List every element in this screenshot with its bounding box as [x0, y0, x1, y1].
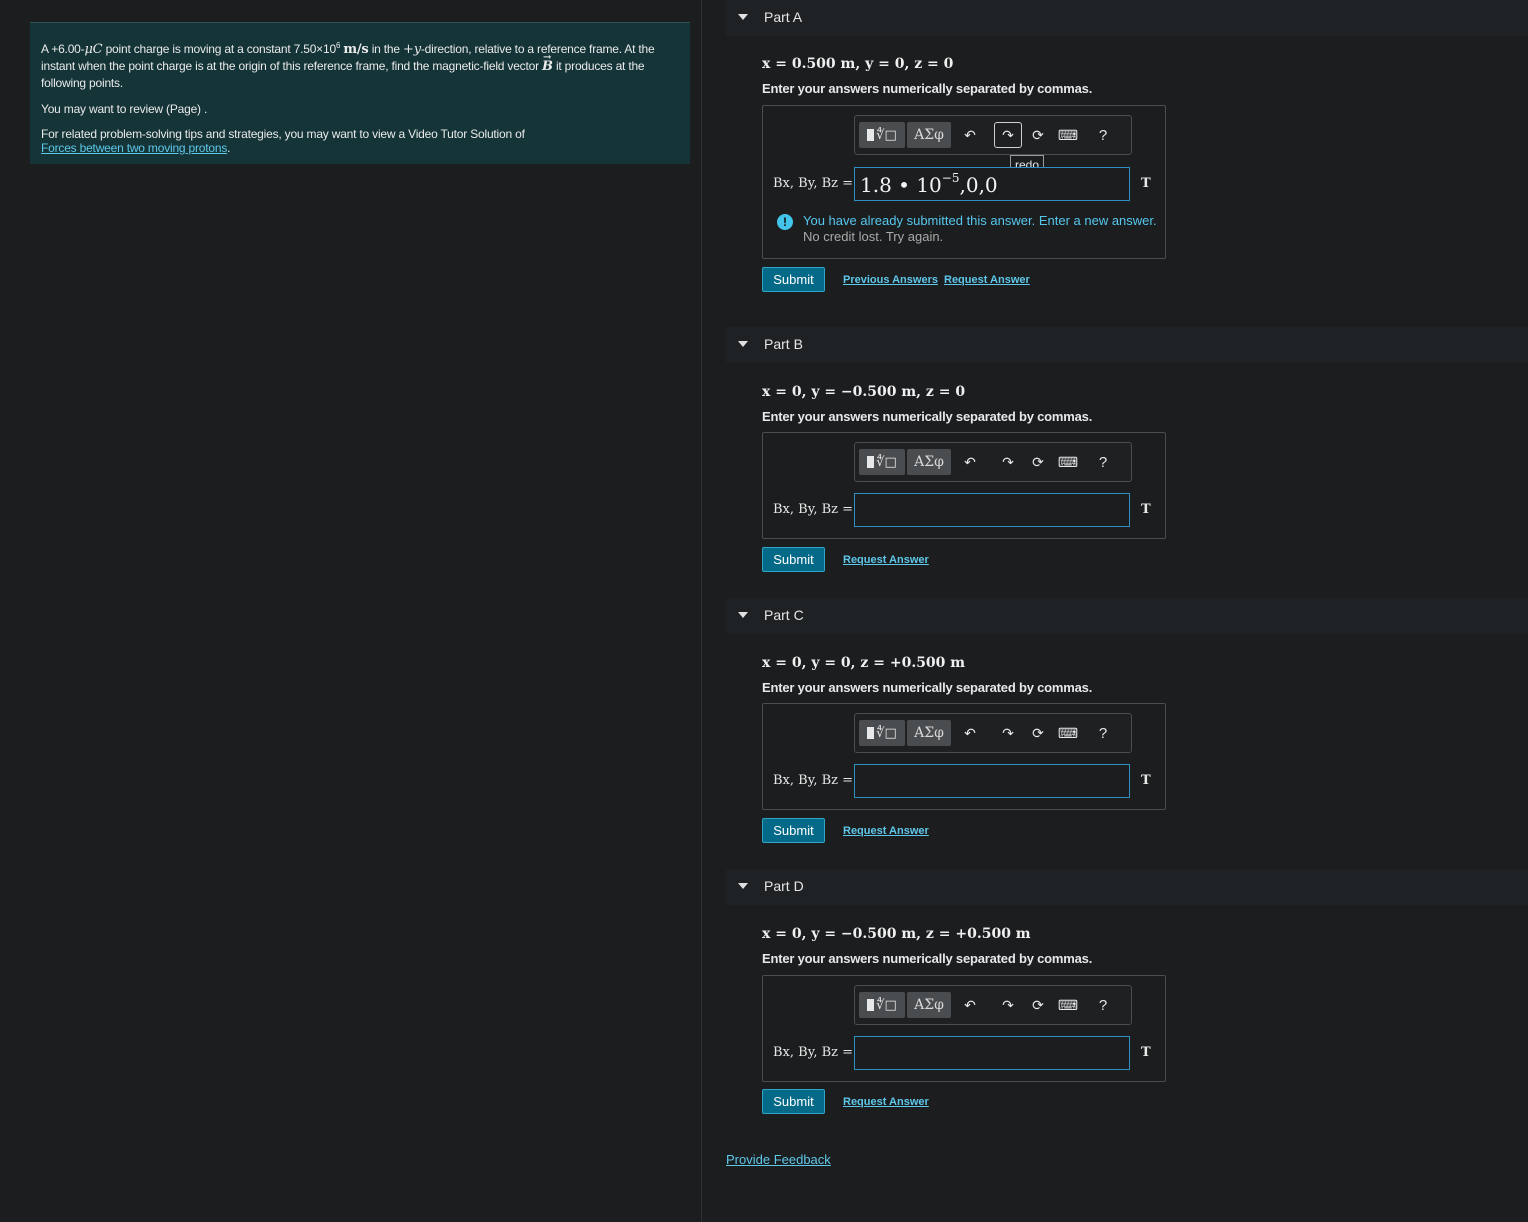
part-a-answer-input[interactable]: 1.8 • 10−5,0,0 — [854, 167, 1130, 201]
review-text: You may want to review (Page) . — [41, 102, 208, 116]
unit-label: T — [1141, 176, 1151, 191]
part-d-submit-button[interactable]: Submit — [762, 1089, 825, 1114]
part-title: Part C — [764, 607, 804, 623]
template-icon: ∜□ — [867, 726, 897, 741]
part-b-header[interactable]: Part B — [726, 327, 1528, 363]
collapse-triangle-icon[interactable] — [738, 14, 748, 20]
part-title: Part B — [764, 336, 803, 352]
math-toolbar: ∜□ ΑΣφ ↶ ↷ ⟳ ⌨ ? — [854, 713, 1132, 753]
greek-symbols-button[interactable]: ΑΣφ — [907, 992, 951, 1018]
collapse-triangle-icon[interactable] — [738, 883, 748, 889]
part-b-submit-button[interactable]: Submit — [762, 547, 825, 572]
part-a-submit-button[interactable]: Submit — [762, 267, 825, 292]
part-c-request-answer-link[interactable]: Request Answer — [843, 825, 929, 837]
part-c-submit-button[interactable]: Submit — [762, 818, 825, 843]
help-icon[interactable]: ? — [1093, 720, 1113, 746]
undo-icon[interactable]: ↶ — [959, 720, 981, 746]
redo-icon[interactable]: ↷ — [994, 449, 1022, 475]
part-b-coords: x = 0, y = −0.500 m, z = 0 — [762, 384, 966, 400]
part-c-coords: x = 0, y = 0, z = +0.500 m — [762, 655, 966, 671]
math-toolbar: ∜□ ΑΣφ ↶ ↷ ⟳ ⌨ ? — [854, 115, 1132, 155]
part-d-answer-box: ∜□ ΑΣφ ↶ ↷ ⟳ ⌨ ? Bx, By, Bz = T — [762, 975, 1166, 1082]
part-c-header[interactable]: Part C — [726, 598, 1528, 634]
greek-symbols-button[interactable]: ΑΣφ — [907, 720, 951, 746]
help-icon[interactable]: ? — [1093, 449, 1113, 475]
info-icon: ! — [777, 214, 793, 230]
provide-feedback-link[interactable]: Provide Feedback — [726, 1152, 831, 1167]
part-d-coords: x = 0, y = −0.500 m, z = +0.500 m — [762, 926, 1031, 942]
undo-icon[interactable]: ↶ — [959, 992, 981, 1018]
answer-label: Bx, By, Bz = — [773, 1045, 854, 1060]
template-button[interactable]: ∜□ — [859, 720, 905, 746]
keyboard-icon[interactable]: ⌨ — [1055, 992, 1081, 1018]
help-icon[interactable]: ? — [1093, 992, 1113, 1018]
problem-text: A +6.00-μC point charge is moving at a c… — [41, 41, 655, 90]
template-icon: ∜□ — [867, 998, 897, 1013]
math-toolbar: ∜□ ΑΣφ ↶ ↷ ⟳ ⌨ ? — [854, 442, 1132, 482]
problem-statement: A +6.00-μC point charge is moving at a c… — [30, 22, 690, 164]
collapse-triangle-icon[interactable] — [738, 341, 748, 347]
keyboard-icon[interactable]: ⌨ — [1055, 449, 1081, 475]
undo-icon[interactable]: ↶ — [959, 449, 981, 475]
part-b-answer-input[interactable] — [854, 493, 1130, 527]
reset-icon[interactable]: ⟳ — [1027, 449, 1049, 475]
answer-label: Bx, By, Bz = — [773, 773, 854, 788]
redo-icon[interactable]: ↷ — [994, 720, 1022, 746]
collapse-triangle-icon[interactable] — [738, 612, 748, 618]
template-button[interactable]: ∜□ — [859, 992, 905, 1018]
reset-icon[interactable]: ⟳ — [1027, 992, 1049, 1018]
part-d-request-answer-link[interactable]: Request Answer — [843, 1096, 929, 1108]
part-a-request-answer-link[interactable]: Request Answer — [944, 274, 1030, 286]
unit-label: T — [1141, 502, 1151, 517]
reset-icon[interactable]: ⟳ — [1027, 122, 1049, 148]
part-c-answer-box: ∜□ ΑΣφ ↶ ↷ ⟳ ⌨ ? Bx, By, Bz = T — [762, 703, 1166, 810]
part-title: Part D — [764, 878, 804, 894]
part-c-instruction: Enter your answers numerically separated… — [762, 680, 1093, 695]
part-d-instruction: Enter your answers numerically separated… — [762, 951, 1093, 966]
unit-label: T — [1141, 773, 1151, 788]
template-icon: ∜□ — [867, 128, 897, 143]
greek-symbols-button[interactable]: ΑΣφ — [907, 449, 951, 475]
undo-icon[interactable]: ↶ — [959, 122, 981, 148]
redo-icon[interactable]: ↷ — [994, 992, 1022, 1018]
template-button[interactable]: ∜□ — [859, 122, 905, 148]
greek-symbols-button[interactable]: ΑΣφ — [907, 122, 951, 148]
part-a-instruction: Enter your answers numerically separated… — [762, 81, 1093, 96]
unit-label: T — [1141, 1045, 1151, 1060]
part-c-answer-input[interactable] — [854, 764, 1130, 798]
part-a-header[interactable]: Part A — [726, 0, 1528, 36]
panel-divider — [701, 0, 702, 1222]
part-title: Part A — [764, 9, 803, 25]
part-b-answer-box: ∜□ ΑΣφ ↶ ↷ ⟳ ⌨ ? Bx, By, Bz = T — [762, 432, 1166, 539]
part-d-header[interactable]: Part D — [726, 869, 1528, 905]
template-icon: ∜□ — [867, 455, 897, 470]
part-a-coords: x = 0.500 m, y = 0, z = 0 — [762, 56, 954, 72]
part-b-request-answer-link[interactable]: Request Answer — [843, 554, 929, 566]
redo-icon[interactable]: ↷ — [994, 122, 1022, 148]
keyboard-icon[interactable]: ⌨ — [1055, 720, 1081, 746]
video-tutor-link[interactable]: Forces between two moving protons — [41, 141, 227, 155]
answer-label: Bx, By, Bz = — [773, 176, 854, 191]
template-button[interactable]: ∜□ — [859, 449, 905, 475]
reset-icon[interactable]: ⟳ — [1027, 720, 1049, 746]
help-icon[interactable]: ? — [1093, 122, 1113, 148]
part-a-answer-box: ∜□ ΑΣφ ↶ ↷ ⟳ ⌨ ? redo Bx, By, Bz = 1.8 •… — [762, 105, 1166, 259]
tips-paragraph: For related problem-solving tips and str… — [41, 127, 525, 155]
previous-answers-link[interactable]: Previous Answers — [843, 274, 938, 286]
math-toolbar: ∜□ ΑΣφ ↶ ↷ ⟳ ⌨ ? — [854, 985, 1132, 1025]
part-b-instruction: Enter your answers numerically separated… — [762, 409, 1093, 424]
keyboard-icon[interactable]: ⌨ — [1055, 122, 1081, 148]
answer-label: Bx, By, Bz = — [773, 502, 854, 517]
part-d-answer-input[interactable] — [854, 1036, 1130, 1070]
